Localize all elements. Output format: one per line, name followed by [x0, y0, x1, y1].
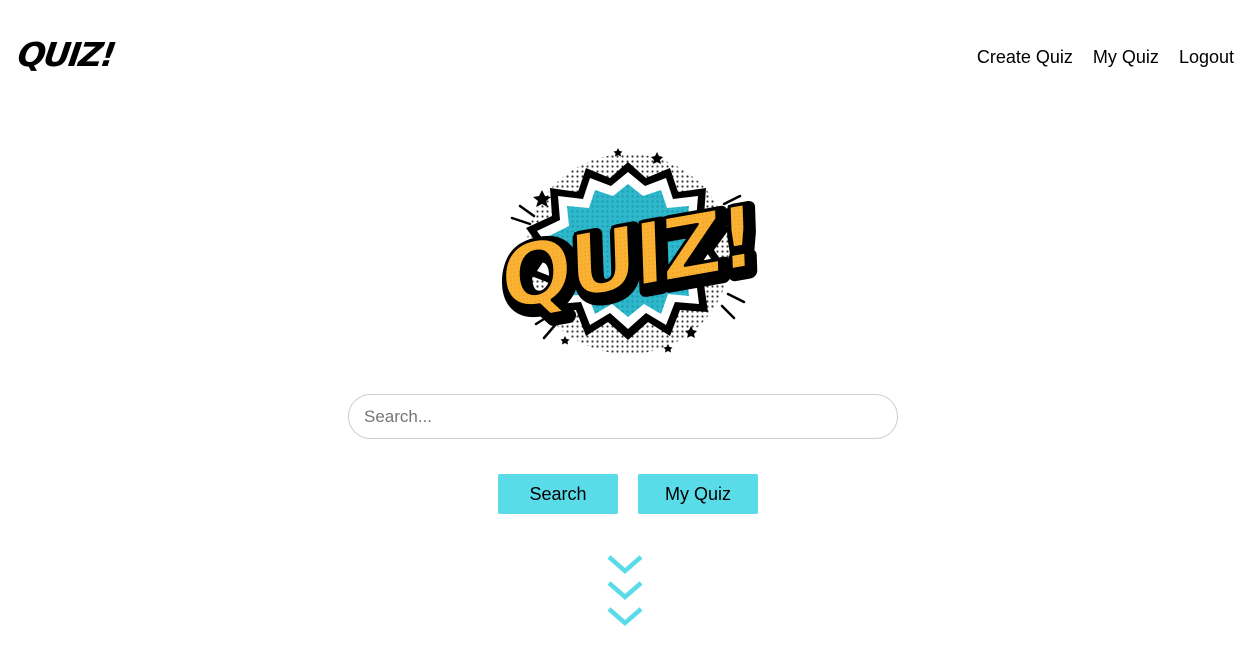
nav-logout[interactable]: Logout	[1179, 46, 1234, 68]
quiz-comic-logo: QUIZ! QUIZ!	[500, 148, 762, 354]
my-quiz-button[interactable]: My Quiz	[638, 474, 758, 514]
quiz-home-page: QUIZ! Create Quiz My Quiz Logout QUIZ! Q…	[0, 0, 1256, 652]
nav-my-quiz[interactable]: My Quiz	[1093, 46, 1159, 68]
brand-logo[interactable]: QUIZ!	[15, 35, 117, 74]
search-input[interactable]	[348, 394, 898, 439]
top-nav: Create Quiz My Quiz Logout	[977, 46, 1234, 68]
search-button[interactable]: Search	[498, 474, 618, 514]
nav-create-quiz[interactable]: Create Quiz	[977, 46, 1073, 68]
triple-chevron-down-icon[interactable]	[606, 553, 644, 631]
